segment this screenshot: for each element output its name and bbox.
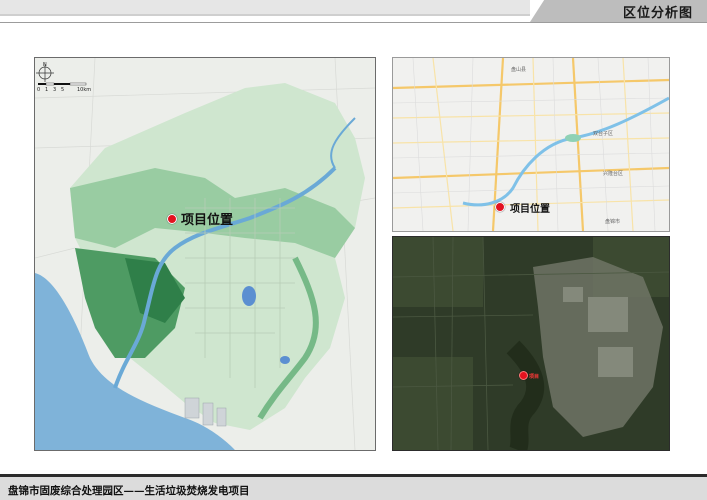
scale-bar [38,82,87,86]
satellite-map-marker-label: 项目 [529,374,540,380]
satellite-map-marker[interactable] [519,371,528,380]
footer-bar: 盘锦市固废综合处理园区——生活垃圾焚烧发电项目 [0,474,707,500]
title-tab: 区位分析图 [530,0,707,22]
place-label-panshan: 盘山县 [511,67,527,73]
project-location-marker[interactable] [167,214,177,224]
road-map-marker-label: 项目位置 [510,204,550,215]
scale-tick-5: 5 [61,87,65,93]
page-title: 区位分析图 [622,5,693,21]
project-title: 盘锦市固废综合处理园区——生活垃圾焚烧发电项目 [8,485,250,497]
place-label-xinglongtai: 兴隆台区 [603,171,624,177]
scale-tick-10: 10km [77,87,92,93]
header-bar [0,0,530,16]
planning-map[interactable]: N 0 1 3 5 10km 项目位置 [34,57,376,451]
scale-tick-1: 1 [45,87,49,93]
satellite-map-canvas [393,237,669,450]
place-label-panjin: 盘锦市 [605,219,621,225]
header-divider [0,22,707,23]
scale-tick-3: 3 [53,87,57,93]
planning-map-canvas [35,58,375,450]
satellite-map[interactable]: 项目 [392,236,670,451]
north-letter: N [43,62,47,68]
project-location-label: 项目位置 [181,213,234,228]
scale-tick-0: 0 [37,87,41,93]
road-map[interactable]: 盘山县 双台子区 兴隆台区 盘锦市 项目位置 [392,57,670,232]
road-map-marker[interactable] [495,202,505,212]
place-label-shuangtaizi: 双台子区 [593,131,614,137]
